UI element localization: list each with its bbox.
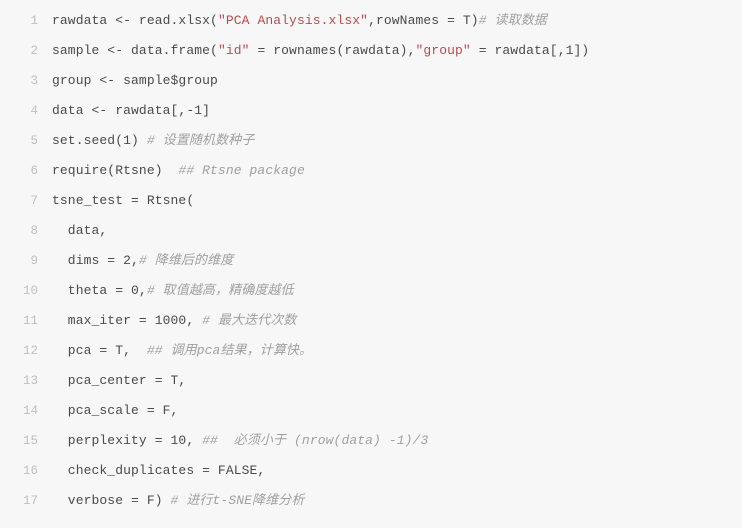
code-token: "PCA Analysis.xlsx" [218,13,368,28]
code-content: theta = 0,# 取值越高，精确度越低 [52,276,294,305]
code-token: theta = 0, [52,283,147,298]
code-token: ## 调用pca结果，计算快。 [147,343,312,358]
code-content: set.seed(1) # 设置随机数种子 [52,126,254,155]
code-content: pca_scale = F, [52,396,178,425]
line-number: 16 [0,457,52,486]
code-line: 3group <- sample$group [0,66,742,96]
line-number: 2 [0,37,52,66]
code-token: tsne_test = Rtsne( [52,193,194,208]
code-line: 12 pca = T, ## 调用pca结果，计算快。 [0,336,742,366]
code-token: pca_scale = F, [52,403,178,418]
code-line: 4data <- rawdata[,-1] [0,96,742,126]
code-token: # 取值越高，精确度越低 [147,283,294,298]
line-number: 17 [0,487,52,516]
line-number: 1 [0,7,52,36]
code-line: 7tsne_test = Rtsne( [0,186,742,216]
code-line: 17 verbose = F) # 进行t-SNE降维分析 [0,486,742,516]
code-token: # 进行t-SNE降维分析 [171,493,305,508]
code-line: 11 max_iter = 1000, # 最大迭代次数 [0,306,742,336]
line-number: 13 [0,367,52,396]
code-token: verbose = F) [52,493,171,508]
code-token: ## Rtsne package [178,163,304,178]
line-number: 3 [0,67,52,96]
code-token: data, [52,223,107,238]
code-content: rawdata <- read.xlsx("PCA Analysis.xlsx"… [52,6,547,35]
code-content: verbose = F) # 进行t-SNE降维分析 [52,486,304,515]
code-line: 5set.seed(1) # 设置随机数种子 [0,126,742,156]
code-token: # 最大迭代次数 [202,313,296,328]
code-content: data <- rawdata[,-1] [52,96,210,125]
code-line: 9 dims = 2,# 降维后的维度 [0,246,742,276]
line-number: 7 [0,187,52,216]
code-line: 1rawdata <- read.xlsx("PCA Analysis.xlsx… [0,6,742,36]
code-token: max_iter = 1000, [52,313,202,328]
code-line: 8 data, [0,216,742,246]
code-content: group <- sample$group [52,66,218,95]
code-block: 1rawdata <- read.xlsx("PCA Analysis.xlsx… [0,0,742,522]
line-number: 10 [0,277,52,306]
code-token: data <- rawdata[,-1] [52,103,210,118]
line-number: 15 [0,427,52,456]
code-content: perplexity = 10, ## 必须小于 (nrow(data) -1)… [52,426,428,455]
code-line: 2sample <- data.frame("id" = rownames(ra… [0,36,742,66]
code-content: pca_center = T, [52,366,186,395]
code-token: = rawdata[,1]) [471,43,590,58]
code-line: 10 theta = 0,# 取值越高，精确度越低 [0,276,742,306]
line-number: 9 [0,247,52,276]
code-token: = rownames(rawdata), [250,43,416,58]
code-token: # 设置随机数种子 [147,133,255,148]
code-line: 16 check_duplicates = FALSE, [0,456,742,486]
code-token: perplexity = 10, [52,433,202,448]
code-token: group <- sample$group [52,73,218,88]
line-number: 6 [0,157,52,186]
code-token: dims = 2, [52,253,139,268]
code-content: require(Rtsne) ## Rtsne package [52,156,305,185]
code-content: check_duplicates = FALSE, [52,456,265,485]
line-number: 11 [0,307,52,336]
code-line: 15 perplexity = 10, ## 必须小于 (nrow(data) … [0,426,742,456]
code-token: rawdata <- read.xlsx( [52,13,218,28]
code-token: set.seed(1) [52,133,147,148]
code-token: ## 必须小于 (nrow(data) -1)/3 [202,433,428,448]
code-token: pca = T, [52,343,147,358]
code-content: sample <- data.frame("id" = rownames(raw… [52,36,589,65]
code-token: # 读取数据 [479,13,547,28]
code-token: check_duplicates = FALSE, [52,463,265,478]
code-token: "id" [218,43,250,58]
code-token: "group" [415,43,470,58]
code-line: 13 pca_center = T, [0,366,742,396]
code-line: 6require(Rtsne) ## Rtsne package [0,156,742,186]
code-content: tsne_test = Rtsne( [52,186,194,215]
code-content: dims = 2,# 降维后的维度 [52,246,233,275]
line-number: 8 [0,217,52,246]
code-token: ,rowNames = T) [368,13,479,28]
line-number: 5 [0,127,52,156]
line-number: 4 [0,97,52,126]
line-number: 12 [0,337,52,366]
line-number: 14 [0,397,52,426]
code-line: 14 pca_scale = F, [0,396,742,426]
code-token: # 降维后的维度 [139,253,233,268]
code-content: pca = T, ## 调用pca结果，计算快。 [52,336,312,365]
code-token: pca_center = T, [52,373,186,388]
code-token: require(Rtsne) [52,163,178,178]
code-content: data, [52,216,107,245]
code-content: max_iter = 1000, # 最大迭代次数 [52,306,297,335]
code-token: sample <- data.frame( [52,43,218,58]
